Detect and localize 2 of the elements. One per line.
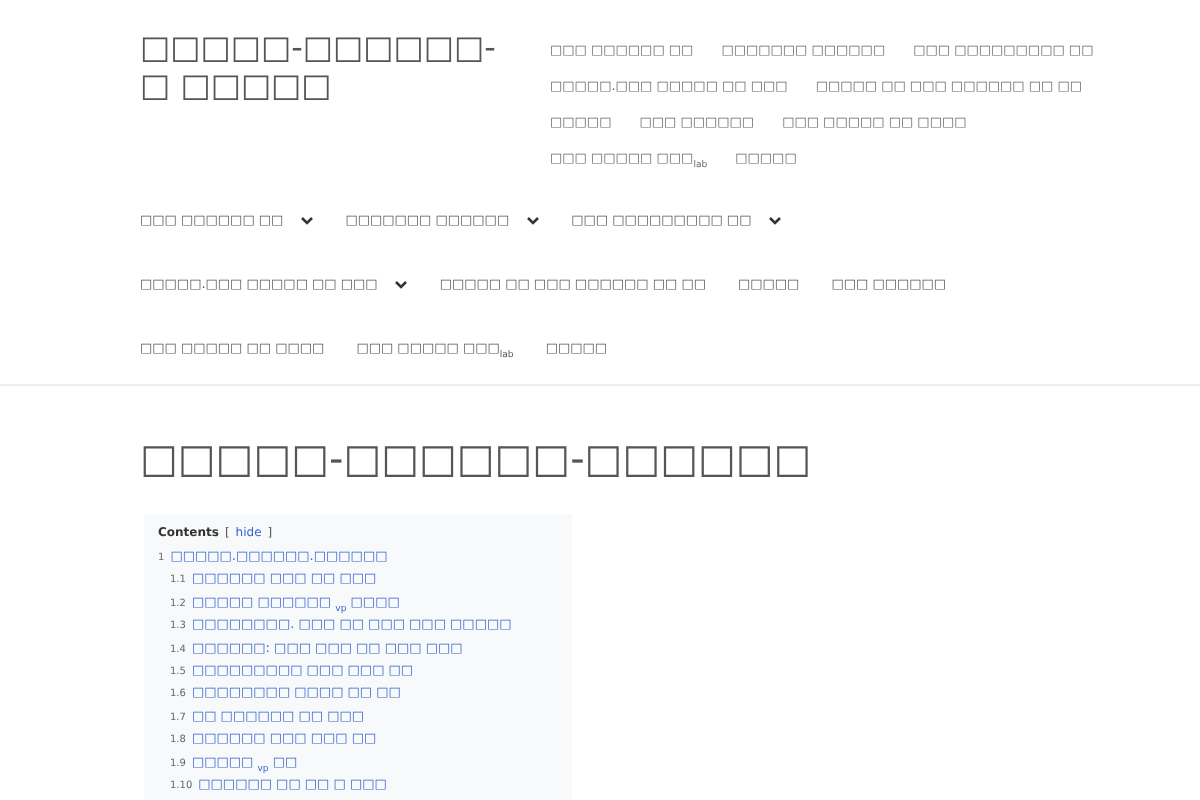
site-title[interactable]: □□□□□-□□□□□□-□ □□□□□: [140, 28, 510, 176]
page-title: □□□□□-□□□□□□-□□□□□□: [140, 432, 814, 486]
